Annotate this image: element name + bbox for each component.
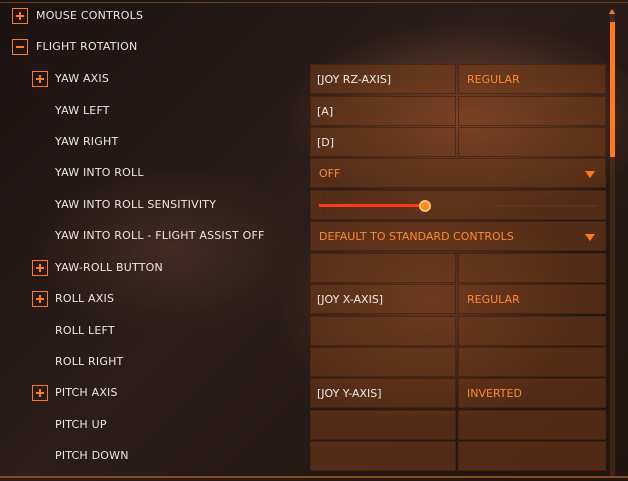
row-flight-rotation[interactable]: FLIGHT ROTATION [0,32,606,62]
scroll-up-arrow-icon[interactable] [609,9,615,14]
row-yaw-right: YAW RIGHT [D] [0,127,606,157]
triangle-down-icon [585,171,595,178]
row-yaw-left: YAW LEFT [A] [0,96,606,126]
yaw-right-binding[interactable]: [D] [310,127,456,157]
pitch-down-binding[interactable] [310,441,456,471]
yaw-into-roll-sensitivity-label: YAW INTO ROLL SENSITIVITY [55,198,217,211]
slider-knob[interactable] [418,200,431,212]
row-roll-right: ROLL RIGHT [0,347,606,377]
expand-plus-icon[interactable] [12,8,28,24]
pitch-axis-mode[interactable]: INVERTED [458,378,606,408]
row-yaw-into-roll-sensitivity: YAW INTO ROLL SENSITIVITY [0,190,606,220]
row-pitch-down: PITCH DOWN [0,441,606,471]
roll-right-label: ROLL RIGHT [55,355,124,368]
yaw-axis-mode[interactable]: REGULAR [458,64,606,94]
row-yaw-axis: YAW AXIS [JOY RZ-AXIS] REGULAR [0,64,606,94]
yaw-axis-binding[interactable]: [JOY RZ-AXIS] [310,64,456,94]
slider-fill [319,204,425,207]
expand-plus-icon[interactable] [32,291,48,307]
bottom-divider [0,476,628,478]
roll-left-secondary-binding[interactable] [458,316,606,346]
pitch-up-binding[interactable] [310,410,456,440]
pitch-up-secondary-binding[interactable] [458,410,606,440]
pitch-axis-binding[interactable]: [JOY Y-AXIS] [310,378,456,408]
yaw-right-secondary-binding[interactable] [458,127,606,157]
yaw-into-roll-dropdown[interactable]: OFF [310,158,606,188]
triangle-down-icon [585,234,595,241]
roll-left-label: ROLL LEFT [55,324,115,337]
roll-right-binding[interactable] [310,347,456,377]
row-pitch-up: PITCH UP [0,410,606,440]
row-roll-left: ROLL LEFT [0,316,606,346]
pitch-down-label: PITCH DOWN [55,449,129,462]
yaw-roll-button-binding[interactable] [310,253,456,283]
yaw-left-binding[interactable]: [A] [310,96,456,126]
mouse-controls-label: MOUSE CONTROLS [36,9,144,22]
pitch-up-label: PITCH UP [55,418,107,431]
yaw-into-roll-label: YAW INTO ROLL [55,166,144,179]
expand-plus-icon[interactable] [32,260,48,276]
yaw-axis-label: YAW AXIS [55,72,110,85]
yaw-right-label: YAW RIGHT [55,135,119,148]
pitch-axis-label: PITCH AXIS [55,386,118,399]
row-mouse-controls[interactable]: MOUSE CONTROLS [0,1,606,31]
row-yaw-into-roll: YAW INTO ROLL OFF [0,158,606,188]
roll-axis-label: ROLL AXIS [55,292,115,305]
roll-axis-mode[interactable]: REGULAR [458,284,606,314]
row-yaw-roll-button: YAW-ROLL BUTTON [0,253,606,283]
yaw-roll-button-label: YAW-ROLL BUTTON [55,261,163,274]
roll-left-binding[interactable] [310,316,456,346]
scrollbar-thumb[interactable] [610,22,615,157]
yaw-left-secondary-binding[interactable] [458,96,606,126]
yaw-into-roll-fa-off-dropdown[interactable]: DEFAULT TO STANDARD CONTROLS [310,221,606,251]
collapse-minus-icon[interactable] [12,39,28,55]
yaw-roll-button-secondary-binding[interactable] [458,253,606,283]
pitch-down-secondary-binding[interactable] [458,441,606,471]
yaw-into-roll-sensitivity-slider[interactable] [310,190,606,220]
expand-plus-icon[interactable] [32,71,48,87]
roll-right-secondary-binding[interactable] [458,347,606,377]
yaw-left-label: YAW LEFT [55,104,110,117]
flight-rotation-label: FLIGHT ROTATION [36,40,138,53]
row-pitch-axis: PITCH AXIS [JOY Y-AXIS] INVERTED [0,378,606,408]
yaw-into-roll-fa-off-label: YAW INTO ROLL - FLIGHT ASSIST OFF [55,229,265,242]
roll-axis-binding[interactable]: [JOY X-AXIS] [310,284,456,314]
controls-panel: MOUSE CONTROLS FLIGHT ROTATION YAW AXIS … [0,0,628,481]
row-yaw-into-roll-fa-off: YAW INTO ROLL - FLIGHT ASSIST OFF DEFAUL… [0,221,606,251]
row-roll-axis: ROLL AXIS [JOY X-AXIS] REGULAR [0,284,606,314]
expand-plus-icon[interactable] [32,385,48,401]
